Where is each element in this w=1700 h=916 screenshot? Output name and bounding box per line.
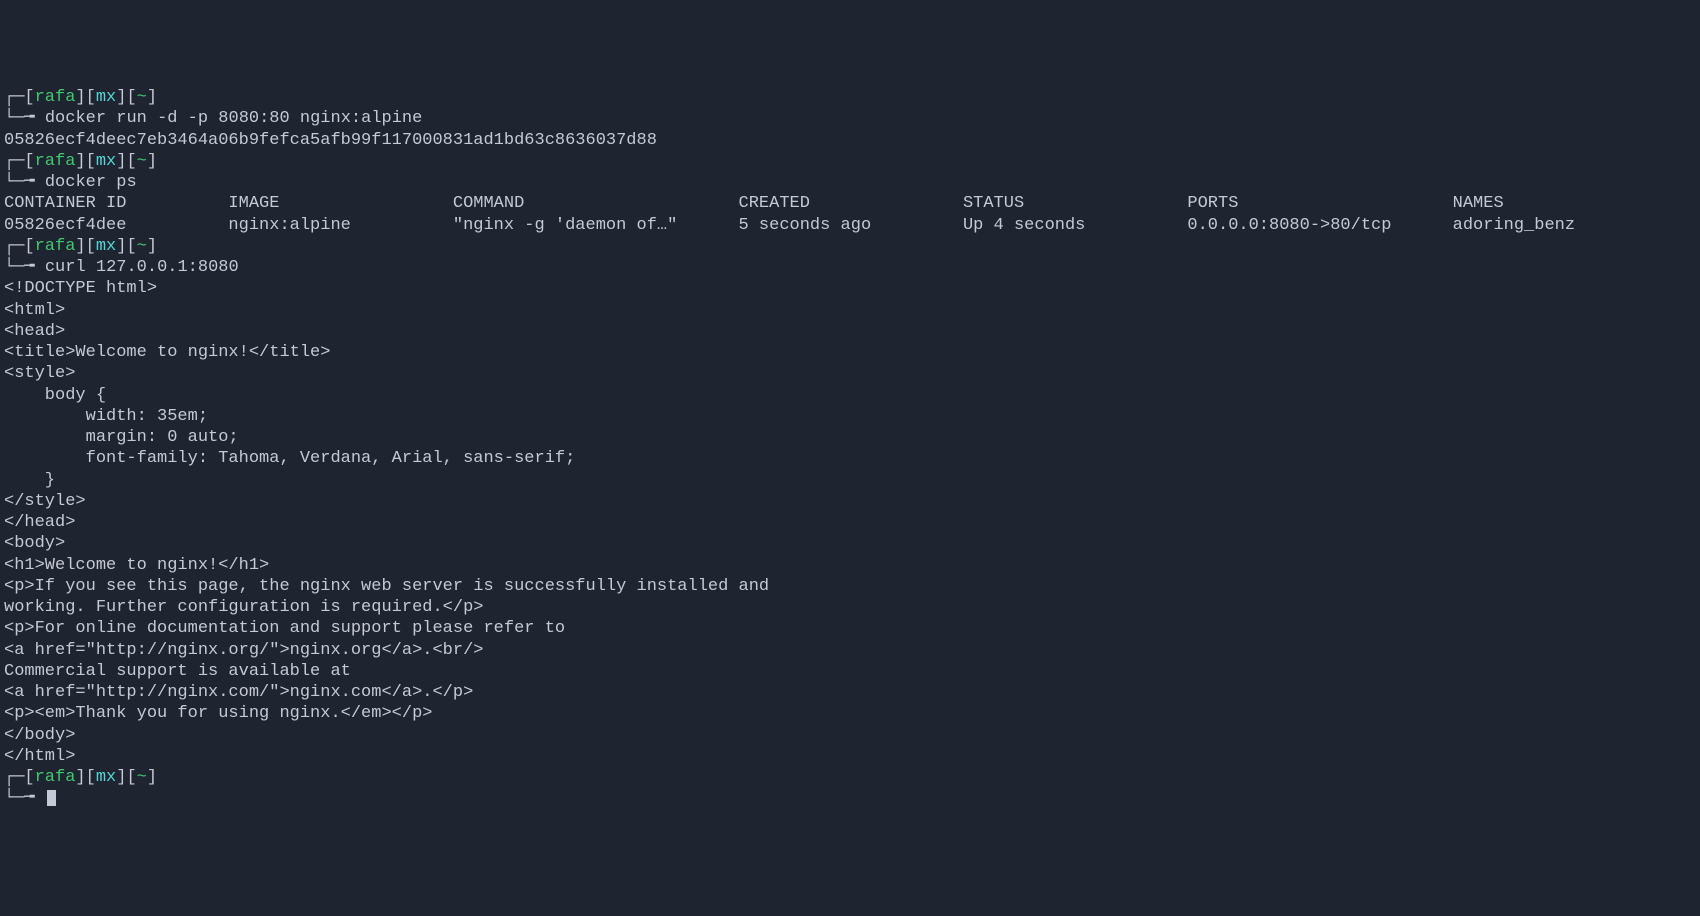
- prompt-user: rafa: [35, 237, 76, 256]
- command-line[interactable]: └─╼: [4, 788, 1696, 809]
- output-line: </style>: [4, 491, 1696, 512]
- prompt-path: ~: [137, 152, 147, 171]
- output-line: body {: [4, 385, 1696, 406]
- prompt-host: mx: [96, 152, 116, 171]
- prompt-path: ~: [137, 88, 147, 107]
- command-line: └─╼ docker ps: [4, 172, 1696, 193]
- output-line: margin: 0 auto;: [4, 427, 1696, 448]
- prompt-line: ┌─[rafa][mx][~]: [4, 151, 1696, 172]
- command-line: └─╼ docker run -d -p 8080:80 nginx:alpin…: [4, 108, 1696, 129]
- cursor: [47, 790, 56, 806]
- command-text: curl 127.0.0.1:8080: [45, 258, 239, 277]
- output-line: <style>: [4, 363, 1696, 384]
- output-line: <body>: [4, 533, 1696, 554]
- prompt-host: mx: [96, 768, 116, 787]
- terminal-output[interactable]: ┌─[rafa][mx][~]└─╼ docker run -d -p 8080…: [4, 87, 1696, 810]
- output-line: </body>: [4, 725, 1696, 746]
- ps-header: CONTAINER ID IMAGE COMMAND CREATED STATU…: [4, 193, 1696, 214]
- prompt-path: ~: [137, 768, 147, 787]
- output-line: </head>: [4, 512, 1696, 533]
- output-line: width: 35em;: [4, 406, 1696, 427]
- output-line: <head>: [4, 321, 1696, 342]
- prompt-user: rafa: [35, 88, 76, 107]
- output-line: 05826ecf4deec7eb3464a06b9fefca5afb99f117…: [4, 130, 1696, 151]
- output-line: </html>: [4, 746, 1696, 767]
- prompt-user: rafa: [35, 768, 76, 787]
- prompt-line: ┌─[rafa][mx][~]: [4, 236, 1696, 257]
- output-line: <a href="http://nginx.com/">nginx.com</a…: [4, 682, 1696, 703]
- prompt-user: rafa: [35, 152, 76, 171]
- prompt-path: ~: [137, 237, 147, 256]
- ps-row: 05826ecf4dee nginx:alpine "nginx -g 'dae…: [4, 215, 1696, 236]
- output-line: <h1>Welcome to nginx!</h1>: [4, 555, 1696, 576]
- output-line: Commercial support is available at: [4, 661, 1696, 682]
- output-line: <title>Welcome to nginx!</title>: [4, 342, 1696, 363]
- prompt-host: mx: [96, 88, 116, 107]
- command-text: docker run -d -p 8080:80 nginx:alpine: [45, 109, 422, 128]
- output-line: <p><em>Thank you for using nginx.</em></…: [4, 703, 1696, 724]
- output-line: <p>If you see this page, the nginx web s…: [4, 576, 1696, 597]
- prompt-line: ┌─[rafa][mx][~]: [4, 767, 1696, 788]
- output-line: <a href="http://nginx.org/">nginx.org</a…: [4, 640, 1696, 661]
- output-line: font-family: Tahoma, Verdana, Arial, san…: [4, 448, 1696, 469]
- output-line: <p>For online documentation and support …: [4, 618, 1696, 639]
- command-text: docker ps: [45, 173, 137, 192]
- prompt-line: ┌─[rafa][mx][~]: [4, 87, 1696, 108]
- prompt-host: mx: [96, 237, 116, 256]
- output-line: }: [4, 470, 1696, 491]
- output-line: <!DOCTYPE html>: [4, 278, 1696, 299]
- output-line: working. Further configuration is requir…: [4, 597, 1696, 618]
- command-line: └─╼ curl 127.0.0.1:8080: [4, 257, 1696, 278]
- output-line: <html>: [4, 300, 1696, 321]
